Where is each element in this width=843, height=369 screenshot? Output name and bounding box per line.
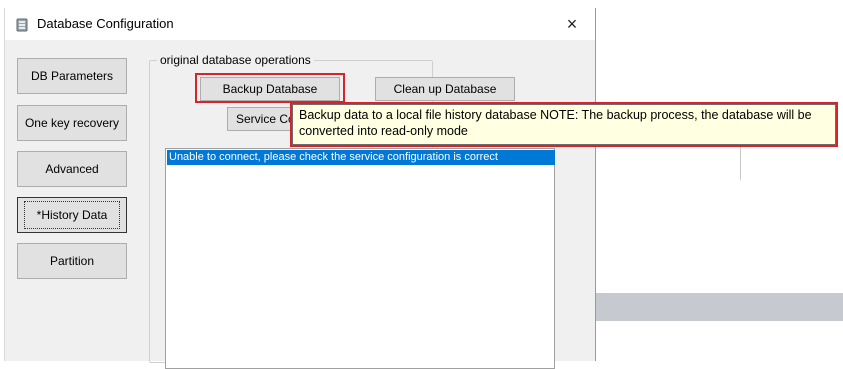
sidebar-item-partition[interactable]: Partition (17, 243, 127, 279)
sidebar-item-one-key-recovery[interactable]: One key recovery (17, 105, 127, 141)
sidebar-item-history-data[interactable]: *History Data (17, 197, 127, 233)
sidebar-item-label: Advanced (45, 162, 99, 176)
backup-database-button[interactable]: Backup Database (200, 77, 340, 101)
sidebar-item-db-parameters[interactable]: DB Parameters (17, 58, 127, 94)
close-icon: × (566, 14, 578, 34)
clean-up-database-label: Clean up Database (393, 82, 497, 96)
sidebar-item-label: DB Parameters (30, 69, 114, 83)
list-item[interactable]: Unable to connect, please check the serv… (167, 150, 555, 165)
sidebar-item-label: One key recovery (24, 116, 120, 130)
backup-database-label: Backup Database (222, 82, 318, 96)
background-panel (594, 293, 843, 321)
close-button[interactable]: × (557, 14, 587, 36)
title-bar[interactable]: Database Configuration × (5, 8, 595, 40)
window-title: Database Configuration (37, 16, 174, 31)
clean-up-database-button[interactable]: Clean up Database (375, 77, 515, 101)
groupbox-title: original database operations (157, 53, 314, 67)
sidebar-item-label: Partition (49, 254, 95, 268)
database-config-icon (14, 17, 30, 33)
status-listbox[interactable]: Unable to connect, please check the serv… (165, 148, 555, 369)
sidebar-item-label: *History Data (23, 201, 121, 229)
sidebar-item-advanced[interactable]: Advanced (17, 151, 127, 187)
tooltip-highlight (290, 102, 838, 147)
database-configuration-dialog: Database Configuration × DB Parameters O… (4, 8, 596, 369)
